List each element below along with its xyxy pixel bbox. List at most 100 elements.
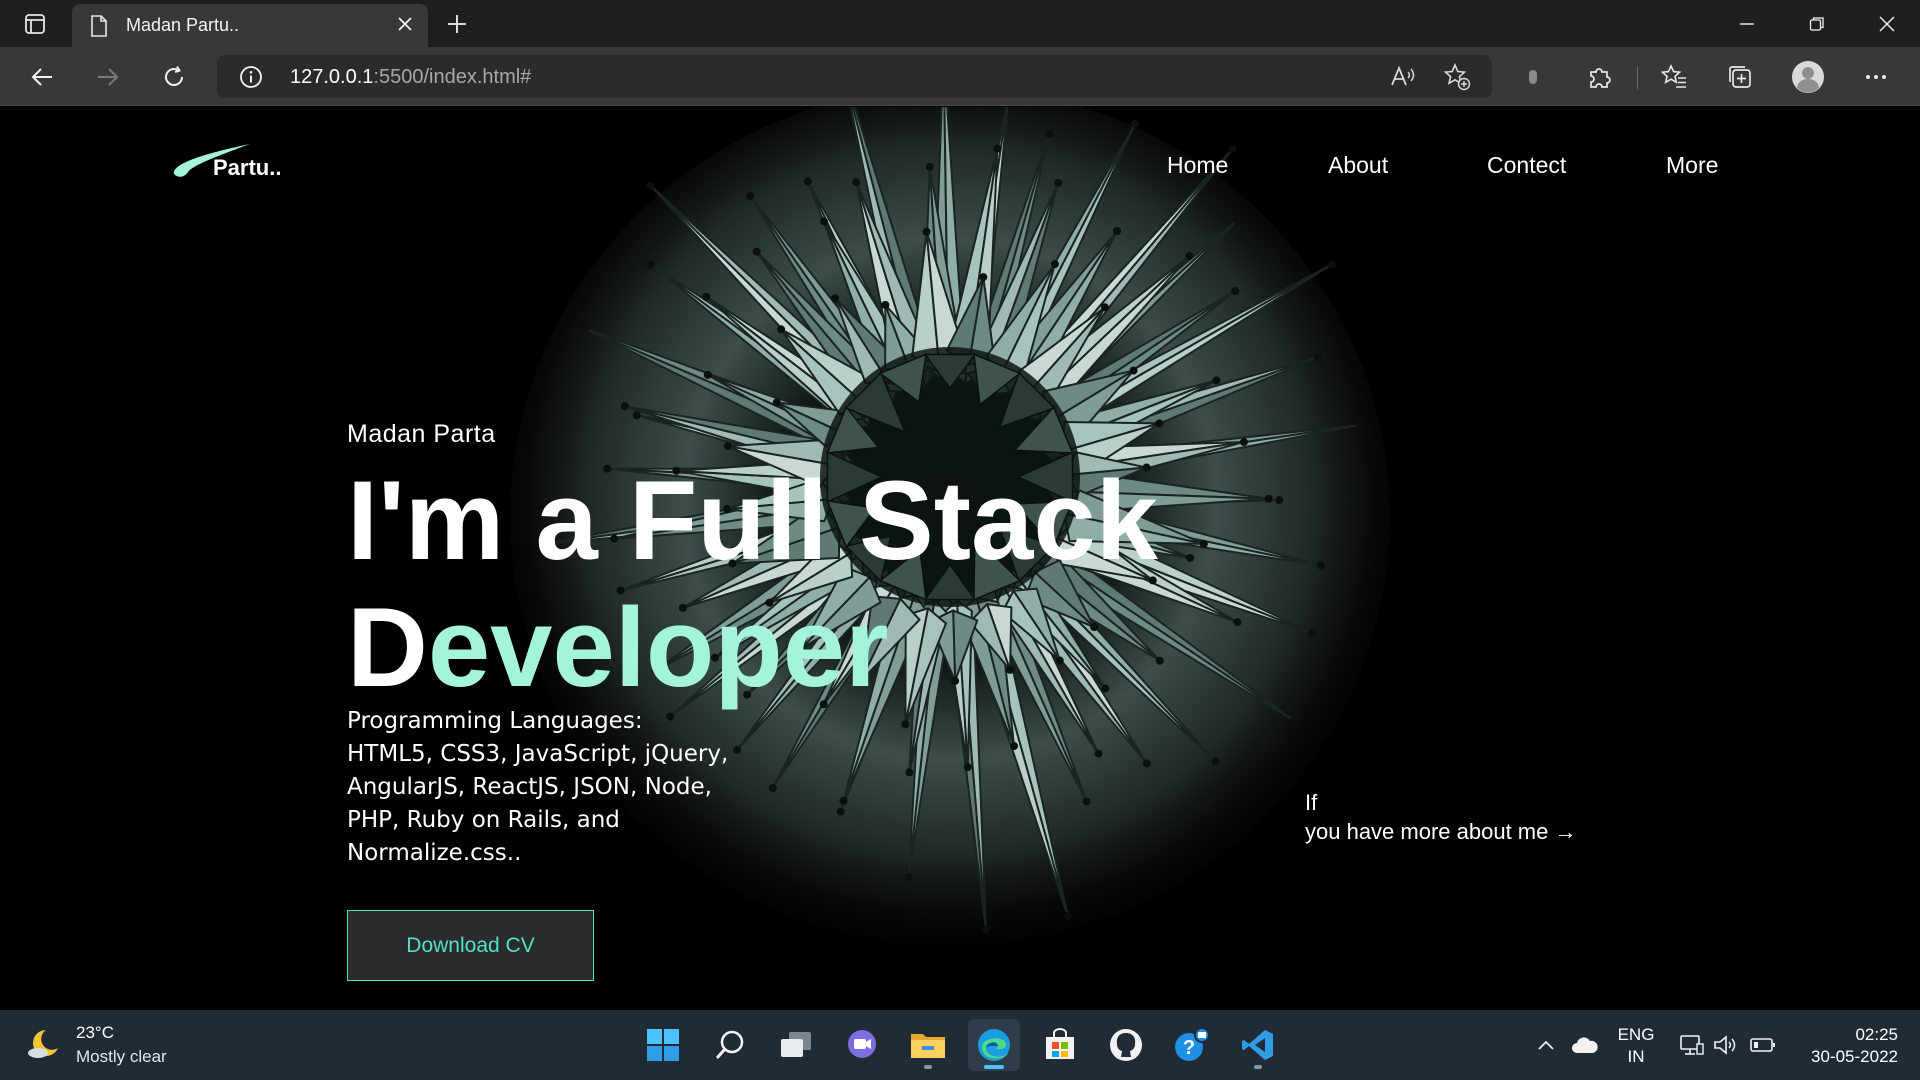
weather-condition: Mostly clear [76,1047,167,1066]
art-node [1010,742,1019,751]
refresh-icon [165,65,183,86]
art-node [1290,716,1299,725]
star-add-icon [1443,63,1471,91]
back-button[interactable] [22,57,62,97]
art-node [1233,215,1242,224]
minimize-button[interactable] [1712,0,1782,47]
restore-button[interactable] [1782,0,1852,47]
art-node [1316,561,1325,570]
art-node [1239,438,1248,447]
skills-line: AngularJS, ReactJS, JSON, Node, [347,774,712,800]
refresh-button[interactable] [154,57,194,97]
art-node [1228,144,1237,153]
get-help-button[interactable]: ? [1166,1019,1218,1071]
nav-contact[interactable]: Contect [1487,152,1566,179]
edge-button[interactable] [968,1019,1020,1071]
art-node [702,292,711,301]
address-bar[interactable]: 127.0.0.1:5500/index.html# [217,55,1492,98]
hero-title: I'm a Full Stack Developer [347,457,1158,711]
hero-title-line2: Developer [347,584,1158,711]
url-host: 127.0.0.1 [290,66,374,88]
art-node [881,300,890,309]
arrow-right-icon [98,68,119,86]
add-favorite-button[interactable] [1443,63,1471,91]
extension-dot-icon [1529,70,1537,84]
lang-code: ENG [1617,1025,1655,1044]
art-node [981,925,990,934]
art-node [1082,797,1091,806]
art-node [1186,553,1195,562]
battery-button[interactable] [1748,1030,1778,1060]
github-icon [1110,1029,1142,1061]
onedrive-button[interactable] [1570,1030,1600,1060]
store-button[interactable] [1034,1019,1086,1071]
tab-actions-icon [25,14,45,34]
art-node [703,370,712,379]
start-button[interactable] [637,1019,689,1071]
help-icon: ? [1175,1027,1210,1061]
file-explorer-button[interactable] [902,1019,954,1071]
search-button[interactable] [704,1019,756,1071]
task-view-button[interactable] [770,1019,822,1071]
url-path: :5500/index.html# [373,66,532,88]
avatar-icon [1792,61,1824,93]
art-node [925,162,934,171]
art-node [1063,912,1072,921]
show-hidden-icons-button[interactable] [1531,1030,1561,1060]
more-horizontal-icon [1866,75,1886,79]
art-node [1327,260,1336,269]
art-node [1054,178,1063,187]
art-node [1129,366,1138,375]
tab-close-button[interactable] [390,10,420,38]
search-icon [715,1030,744,1059]
minimize-icon [1740,22,1754,25]
puzzle-icon [1590,68,1611,88]
art-node [901,720,910,729]
logo-text[interactable]: Partu.. [213,155,281,181]
vscode-button[interactable] [1232,1019,1284,1071]
input-language-indicator[interactable]: ENG IN [1614,1024,1658,1068]
running-indicator [1254,1065,1262,1069]
nav-about[interactable]: About [1328,152,1388,179]
art-node [746,191,755,200]
art-node [1155,419,1164,428]
download-cv-button[interactable]: Download CV [347,910,594,981]
browser-tab[interactable]: Madan Partu.. [72,4,428,47]
art-node [1211,757,1220,766]
extension-button[interactable] [1513,57,1553,97]
vscode-icon [1242,1030,1273,1060]
volume-button[interactable] [1711,1030,1741,1060]
tab-actions-button[interactable] [14,8,56,40]
chat-button[interactable] [836,1019,888,1071]
art-node [904,872,913,881]
settings-menu-button[interactable] [1856,57,1896,97]
chat-icon [848,1030,876,1058]
profile-button[interactable] [1788,57,1828,97]
window-close-button[interactable] [1852,0,1920,47]
chevron-up-icon [1538,1040,1554,1050]
favorites-button[interactable] [1654,57,1694,97]
nav-home[interactable]: Home [1167,152,1228,179]
art-node [1045,129,1054,138]
new-tab-button[interactable] [440,8,474,40]
favorites-icon [1661,64,1686,88]
network-button[interactable] [1677,1030,1707,1060]
extensions-button[interactable] [1580,57,1620,97]
skills-heading: Programming Languages: [347,708,643,734]
skills-line: HTML5, CSS3, JavaScript, jQuery, [347,741,729,767]
hero-title-accent: eveloper [427,585,889,710]
read-aloud-button[interactable] [1389,63,1417,91]
collections-icon [1729,66,1751,88]
art-node [922,227,931,236]
more-about-link[interactable]: If you have more about me → [1305,788,1576,846]
github-button[interactable] [1100,1019,1152,1071]
running-indicator [984,1065,1004,1069]
forward-button[interactable] [88,57,128,97]
nav-more[interactable]: More [1666,152,1718,179]
arrow-left-icon [31,68,52,86]
svg-text:?: ? [1183,1037,1195,1059]
collections-button[interactable] [1720,57,1760,97]
clock[interactable]: 02:25 30-05-2022 [1796,1024,1898,1068]
toolbar-separator [1637,67,1638,89]
art-node [777,325,786,334]
